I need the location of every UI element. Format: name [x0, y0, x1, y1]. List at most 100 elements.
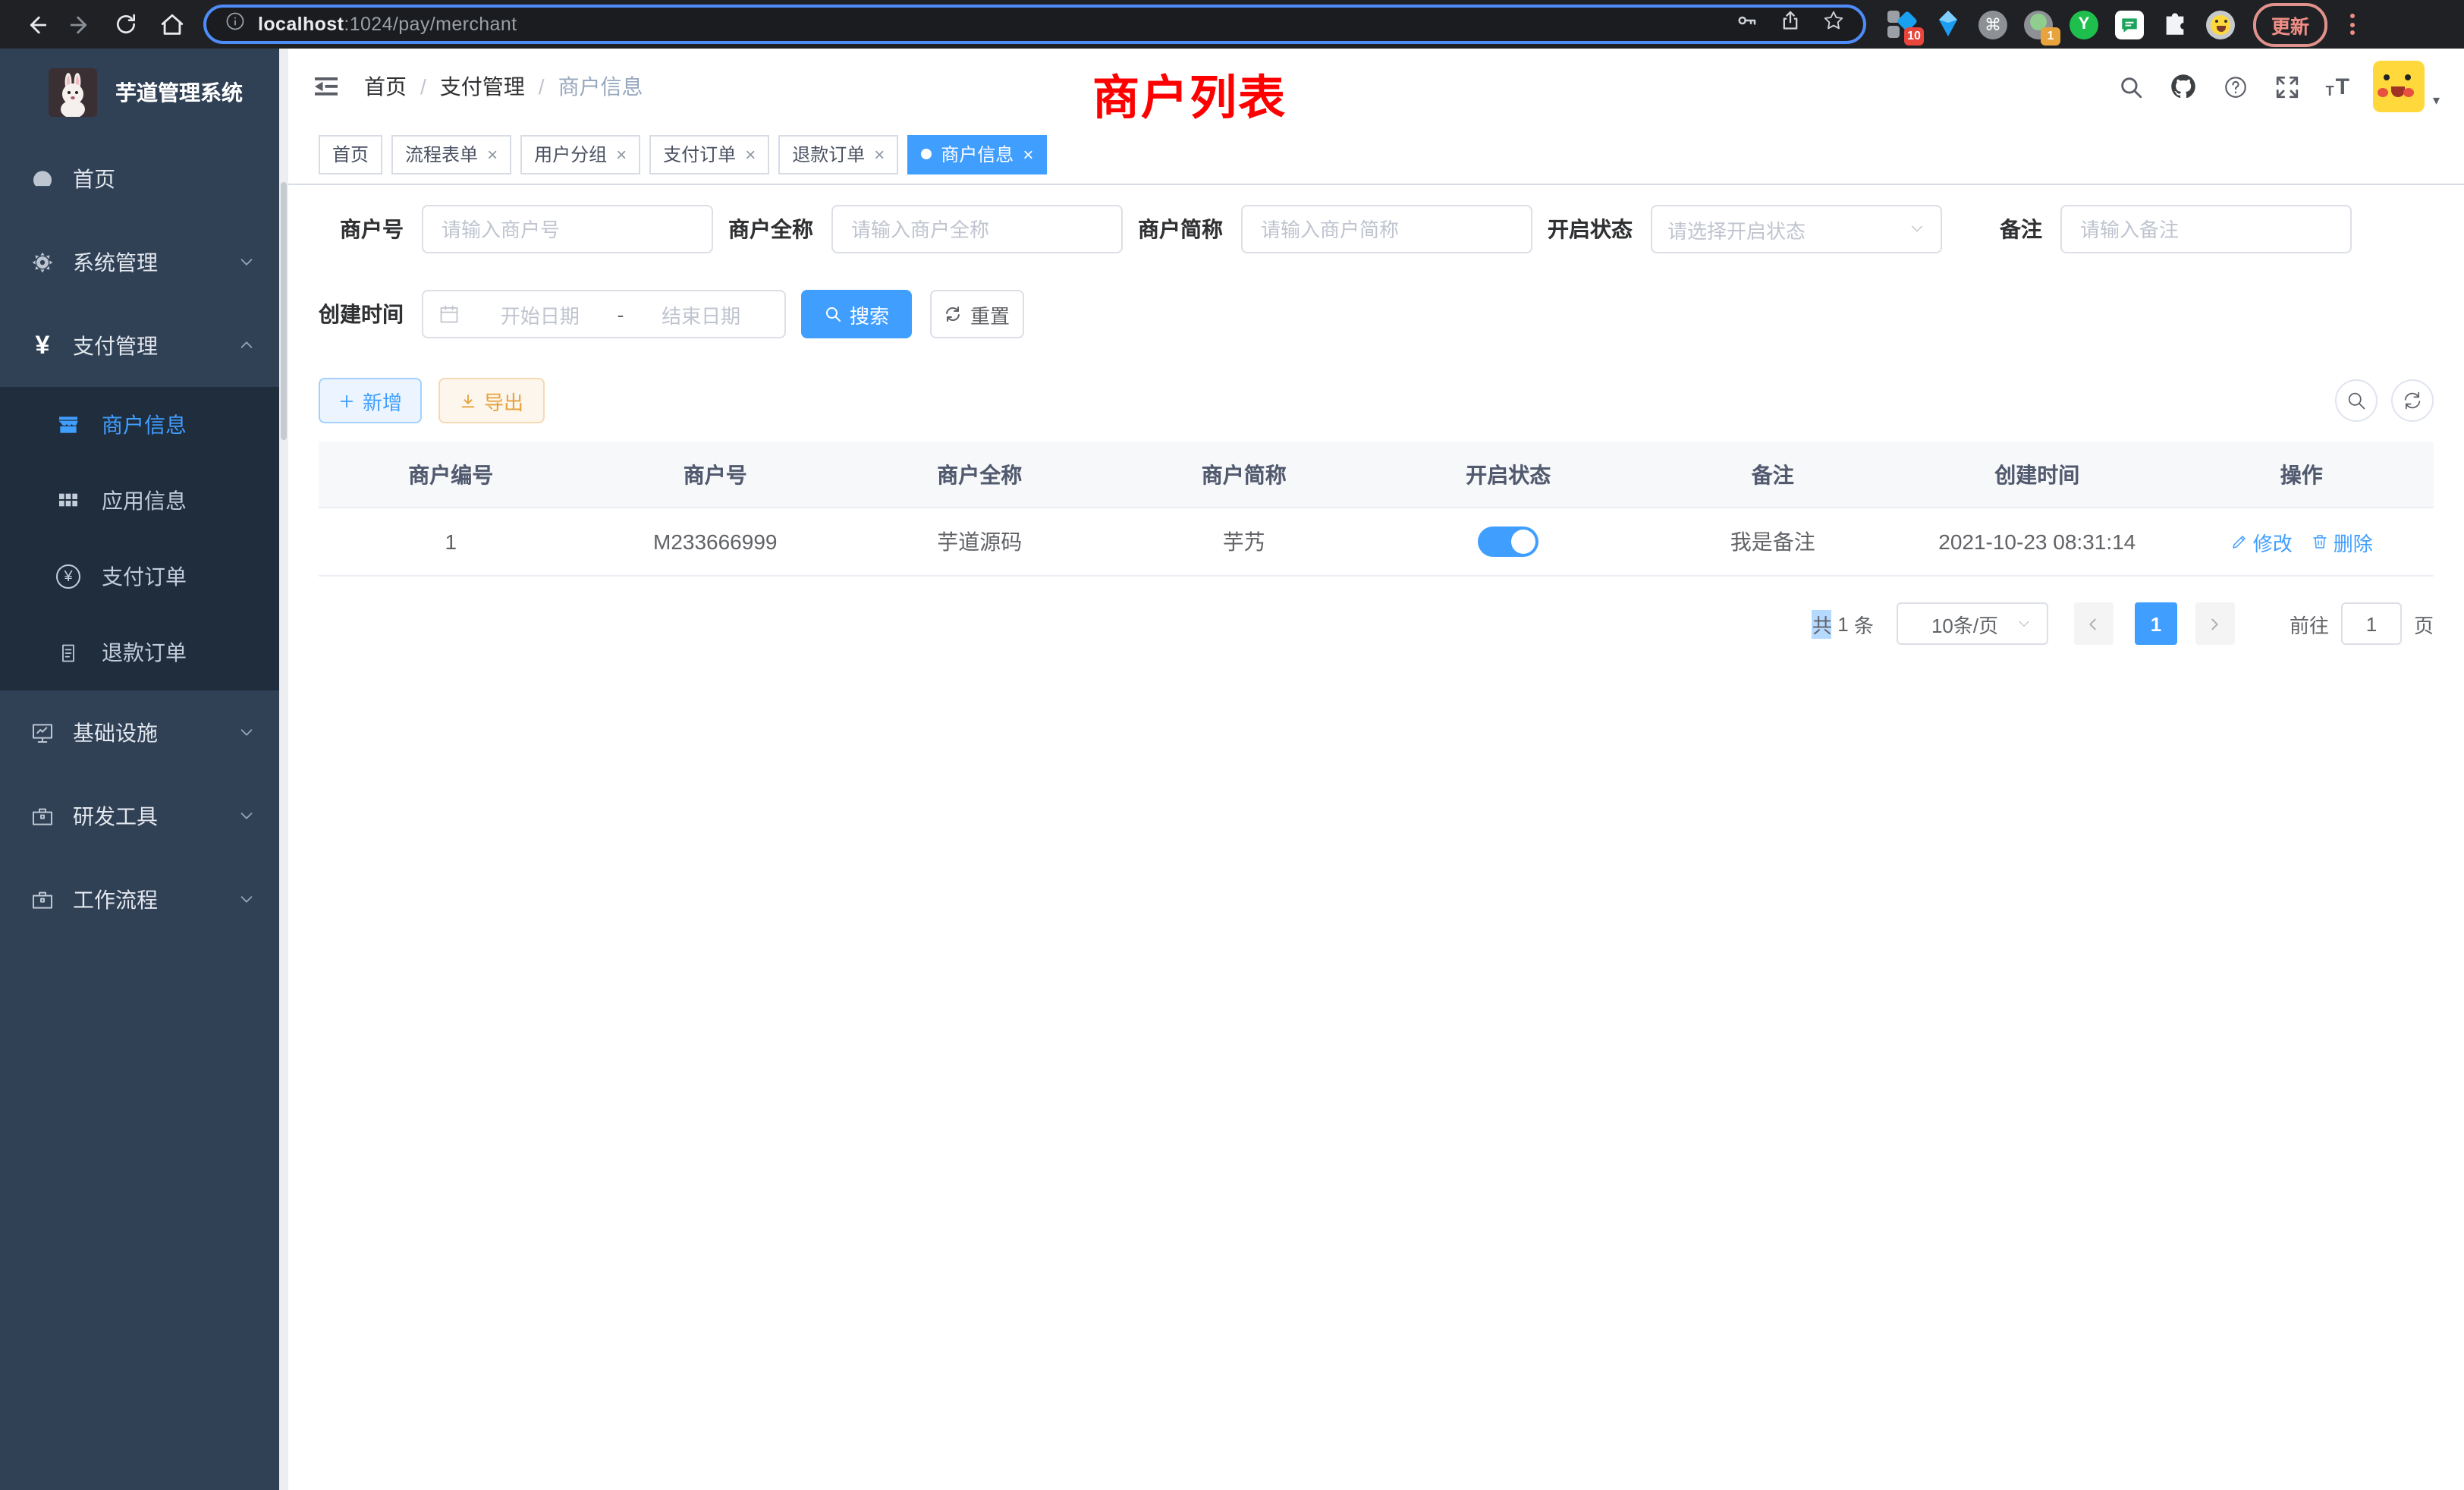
cell-short-name: 芋艿 — [1112, 527, 1377, 557]
sidebar-item-home[interactable]: 首页 — [0, 137, 279, 220]
close-icon[interactable]: × — [1023, 145, 1033, 163]
sidebar-item-app-info[interactable]: 应用信息 — [0, 463, 279, 539]
sidebar-item-infra[interactable]: 基础设施 — [0, 690, 279, 774]
cell-full-name: 芋道源码 — [847, 527, 1112, 557]
close-icon[interactable]: × — [874, 145, 885, 163]
avatar-pikachu-image — [2374, 61, 2425, 112]
cell-merchant-no: M233666999 — [583, 530, 848, 554]
table-header: 商户编号 商户号 商户全称 商户简称 开启状态 备注 创建时间 操作 — [319, 442, 2434, 508]
page-size-select[interactable]: 10条/页 — [1897, 602, 2048, 645]
breadcrumb-pay[interactable]: 支付管理 — [440, 71, 525, 102]
browser-reload-icon[interactable] — [106, 5, 146, 44]
gear-icon — [30, 250, 55, 274]
sidebar-item-label: 首页 — [73, 163, 255, 193]
browser-update-button[interactable]: 更新 — [2253, 2, 2327, 46]
merchant-no-input[interactable] — [422, 205, 713, 253]
ext-chat-icon[interactable] — [2115, 10, 2144, 39]
full-name-input[interactable] — [831, 205, 1123, 253]
pagination-goto: 前往 页 — [2290, 602, 2434, 645]
next-page-button[interactable] — [2195, 602, 2235, 645]
col-short-name: 商户简称 — [1112, 459, 1377, 489]
ext-tray-icon[interactable]: 1 — [2024, 10, 2053, 39]
sidebar-scrollbar[interactable] — [279, 49, 288, 1490]
user-avatar[interactable]: ▾ — [2374, 61, 2440, 112]
sidebar-item-refund-order[interactable]: 退款订单 — [0, 615, 279, 690]
prev-page-button[interactable] — [2074, 602, 2114, 645]
edit-link[interactable]: 修改 — [2230, 527, 2293, 556]
reset-button[interactable]: 重置 — [930, 290, 1024, 338]
github-icon[interactable] — [2170, 73, 2197, 100]
app-title: 芋道管理系统 — [115, 77, 243, 108]
bookmark-star-icon[interactable] — [1822, 9, 1845, 39]
create-time-range-picker[interactable]: 开始日期 - 结束日期 — [422, 290, 786, 338]
sidebar-item-system[interactable]: 系统管理 — [0, 220, 279, 303]
address-bar[interactable]: localhost:1024/pay/merchant — [203, 5, 1866, 44]
remark-input[interactable] — [2060, 205, 2352, 253]
date-end-placeholder: 结束日期 — [633, 300, 769, 328]
tab-refund-order[interactable]: 退款订单 × — [778, 134, 898, 174]
sidebar-item-devtools[interactable]: 研发工具 — [0, 774, 279, 857]
ext-tiles-icon[interactable]: 10 — [1887, 10, 1916, 39]
search-icon[interactable] — [2118, 74, 2144, 99]
full-name-label: 商户全称 — [728, 214, 831, 244]
share-icon[interactable] — [1780, 9, 1801, 39]
ext-y-icon[interactable]: Y — [2070, 10, 2098, 39]
ext-puzzle-icon[interactable] — [2161, 10, 2189, 39]
browser-home-icon[interactable] — [152, 5, 191, 44]
sidebar-item-label: 支付订单 — [102, 561, 187, 592]
chevron-down-icon — [238, 250, 255, 274]
toggle-search-button[interactable] — [2335, 379, 2378, 422]
status-label: 开启状态 — [1548, 214, 1651, 244]
tab-user-group[interactable]: 用户分组 × — [520, 134, 640, 174]
password-key-icon[interactable] — [1736, 9, 1758, 39]
ext-emoji-icon[interactable] — [2206, 10, 2235, 39]
calendar-icon — [438, 303, 460, 325]
tab-pay-order[interactable]: 支付订单 × — [649, 134, 769, 174]
tab-process-form[interactable]: 流程表单 × — [391, 134, 511, 174]
close-icon[interactable]: × — [616, 145, 627, 163]
ext-gem-icon[interactable] — [1933, 10, 1962, 39]
sidebar-item-pay[interactable]: ¥ 支付管理 — [0, 303, 279, 387]
sidebar-item-merchant-info[interactable]: 商户信息 — [0, 387, 279, 463]
url-path: :1024/pay/merchant — [344, 14, 517, 35]
sidebar-item-label: 退款订单 — [102, 637, 187, 668]
page-info-icon[interactable] — [225, 10, 246, 39]
sidebar-item-pay-order[interactable]: ¥ 支付订单 — [0, 539, 279, 615]
tab-merchant-info[interactable]: 商户信息 × — [907, 134, 1047, 174]
page-1-button[interactable]: 1 — [2135, 602, 2177, 645]
table-row: 1 M233666999 芋道源码 芋艿 我是备注 2021-10-23 08:… — [319, 508, 2434, 577]
merchant-no-label: 商户号 — [319, 214, 422, 244]
help-icon[interactable] — [2223, 74, 2249, 99]
cell-remark: 我是备注 — [1641, 527, 1906, 557]
ext-command-icon[interactable]: ⌘ — [1978, 10, 2007, 39]
tab-home[interactable]: 首页 — [319, 134, 382, 174]
filter-form-row-2: 创建时间 开始日期 - 结束日期 搜索 — [319, 290, 2434, 338]
refresh-button[interactable] — [2391, 379, 2434, 422]
breadcrumb-home[interactable]: 首页 — [364, 71, 407, 102]
short-name-input[interactable] — [1241, 205, 1532, 253]
status-toggle[interactable] — [1478, 527, 1538, 557]
search-button[interactable]: 搜索 — [801, 290, 912, 338]
browser-back-icon[interactable] — [15, 5, 55, 44]
sidebar-item-workflow[interactable]: 工作流程 — [0, 857, 279, 941]
export-button[interactable]: 导出 — [438, 378, 545, 423]
yen-icon: ¥ — [30, 333, 55, 357]
font-size-icon[interactable]: TT — [2326, 75, 2349, 98]
pay-submenu: 商户信息 应用信息 ¥ 支付订单 — [0, 387, 279, 690]
sidebar-item-label: 支付管理 — [73, 330, 238, 360]
browser-forward-icon[interactable] — [61, 5, 100, 44]
close-icon[interactable]: × — [487, 145, 498, 163]
app-logo[interactable]: 芋道管理系统 — [0, 49, 279, 137]
status-select[interactable]: 请选择开启状态 — [1651, 205, 1942, 253]
add-button[interactable]: 新增 — [319, 378, 422, 423]
fullscreen-icon[interactable] — [2274, 74, 2300, 99]
sidebar-toggle-icon[interactable] — [313, 74, 340, 99]
header-actions: TT ▾ — [2092, 61, 2440, 112]
chevron-down-icon — [238, 887, 255, 911]
browser-menu-icon[interactable] — [2343, 14, 2361, 35]
goto-page-input[interactable] — [2341, 602, 2402, 645]
delete-link[interactable]: 删除 — [2311, 527, 2373, 556]
pagination-total: 共 1 条 — [1812, 609, 1874, 638]
close-icon[interactable]: × — [745, 145, 756, 163]
screen: localhost:1024/pay/merchant 10 ⌘ — [0, 0, 2464, 1490]
